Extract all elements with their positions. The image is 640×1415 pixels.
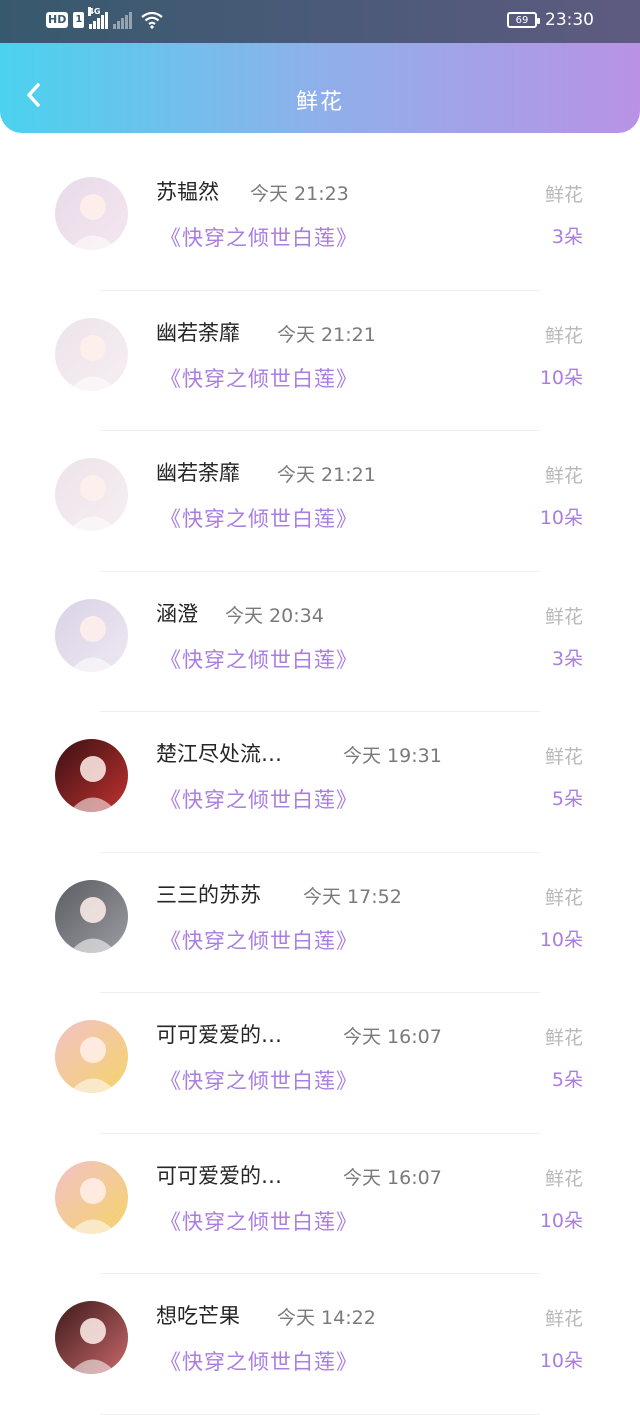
avatar-image xyxy=(55,1301,128,1374)
avatar[interactable] xyxy=(55,879,128,953)
sender-name: 想吃芒果 xyxy=(156,1304,240,1328)
gift-type-label: 鲜花 xyxy=(544,1027,583,1049)
avatar[interactable] xyxy=(55,317,128,391)
list-item[interactable]: 涵澄 今天 20:34 《快穿之倾世白莲》 鲜花 3朵 xyxy=(0,572,640,712)
send-time: 今天 21:21 xyxy=(277,323,376,346)
book-title-link[interactable]: 《快穿之倾世白莲》 xyxy=(160,644,358,674)
list-item[interactable]: 想吃芒果 今天 14:22 《快穿之倾世白莲》 鲜花 10朵 xyxy=(0,1274,640,1415)
gift-type-label: 鲜花 xyxy=(544,746,583,768)
sender-name: 可可爱爱的… xyxy=(156,1023,282,1047)
gift-type-label: 鲜花 xyxy=(544,886,583,909)
gift-type-label: 鲜花 xyxy=(544,324,583,347)
status-bar: HD 1 4G 69 23:30 xyxy=(0,0,640,43)
wifi-icon xyxy=(141,11,163,29)
book-title-link[interactable]: 《快穿之倾世白莲》 xyxy=(160,222,358,252)
avatar[interactable] xyxy=(55,1301,128,1374)
send-time: 今天 21:23 xyxy=(250,183,349,205)
list-item[interactable]: 可可爱爱的… 今天 16:07 《快穿之倾世白莲》 鲜花 10朵 xyxy=(0,1134,640,1274)
gift-type-label: 鲜花 xyxy=(544,184,583,206)
book-title-link[interactable]: 《快穿之倾世白莲》 xyxy=(160,1206,358,1236)
list-item[interactable]: 楚江尽处流… 今天 19:31 《快穿之倾世白莲》 鲜花 5朵 xyxy=(0,712,640,853)
sender-name: 苏韫然 xyxy=(156,180,219,204)
gift-count: 10朵 xyxy=(539,1350,583,1372)
send-time: 今天 19:31 xyxy=(343,745,442,767)
book-title-link[interactable]: 《快穿之倾世白莲》 xyxy=(160,503,358,533)
avatar[interactable] xyxy=(55,598,128,672)
divider xyxy=(100,1413,540,1415)
avatar[interactable] xyxy=(55,739,128,812)
avatar-image xyxy=(55,177,128,250)
status-left: HD 1 4G xyxy=(46,7,163,29)
sender-name: 楚江尽处流… xyxy=(156,742,282,766)
avatar[interactable] xyxy=(55,1020,128,1093)
hd-badge: HD xyxy=(46,12,69,28)
send-time: 今天 16:07 xyxy=(343,1166,442,1189)
gift-count: 10朵 xyxy=(539,366,583,389)
book-title-link[interactable]: 《快穿之倾世白莲》 xyxy=(160,1065,358,1095)
avatar-image xyxy=(55,598,128,672)
send-time: 今天 20:34 xyxy=(225,604,324,627)
avatar-image xyxy=(55,1160,128,1234)
gift-list: 苏韫然 今天 21:23 《快穿之倾世白莲》 鲜花 3朵 幽若荼靡 今天 21:21 《快穿之… xyxy=(0,150,640,1415)
gift-count: 10朵 xyxy=(539,507,583,529)
avatar-image xyxy=(55,879,128,953)
sender-name: 三三的苏苏 xyxy=(156,882,261,907)
gift-count: 10朵 xyxy=(539,928,583,951)
sender-name: 涵澄 xyxy=(156,601,198,626)
gift-type-label: 鲜花 xyxy=(544,1167,583,1190)
gift-count: 5朵 xyxy=(551,1069,583,1091)
signal-icon: 4G xyxy=(88,7,109,29)
page-title: 鲜花 xyxy=(295,90,344,115)
battery-level: 69 xyxy=(515,14,529,26)
avatar[interactable] xyxy=(55,177,128,250)
avatar-image xyxy=(55,458,128,531)
sender-name: 可可爱爱的… xyxy=(156,1163,282,1188)
gift-count: 5朵 xyxy=(551,788,583,810)
send-time: 今天 21:21 xyxy=(277,464,376,486)
avatar-image xyxy=(55,317,128,391)
gift-count: 10朵 xyxy=(539,1209,583,1232)
list-item[interactable]: 三三的苏苏 今天 17:52 《快穿之倾世白莲》 鲜花 10朵 xyxy=(0,853,640,993)
signal-secondary-icon xyxy=(113,11,133,29)
send-time: 今天 17:52 xyxy=(303,885,402,908)
list-item[interactable]: 幽若荼靡 今天 21:21 《快穿之倾世白莲》 鲜花 10朵 xyxy=(0,431,640,572)
gift-count: 3朵 xyxy=(551,226,583,248)
sim-badge: 1 xyxy=(73,12,85,28)
gift-count: 3朵 xyxy=(551,647,583,670)
book-title-link[interactable]: 《快穿之倾世白莲》 xyxy=(160,925,358,955)
sender-name: 幽若荼靡 xyxy=(156,320,240,345)
gift-type-label: 鲜花 xyxy=(544,605,583,628)
status-clock: 23:30 xyxy=(545,10,594,30)
avatar-image xyxy=(55,1020,128,1093)
header-bar: HD 1 4G 69 23:30 鲜花 xyxy=(0,0,640,133)
book-title-link[interactable]: 《快穿之倾世白莲》 xyxy=(160,784,358,814)
list-item[interactable]: 苏韫然 今天 21:23 《快穿之倾世白莲》 鲜花 3朵 xyxy=(0,150,640,291)
gift-type-label: 鲜花 xyxy=(544,1308,583,1330)
avatar[interactable] xyxy=(55,1160,128,1234)
battery-icon: 69 xyxy=(507,12,540,28)
avatar-image xyxy=(55,739,128,812)
sender-name: 幽若荼靡 xyxy=(156,461,240,485)
book-title-link[interactable]: 《快穿之倾世白莲》 xyxy=(160,1346,358,1376)
list-item[interactable]: 幽若荼靡 今天 21:21 《快穿之倾世白莲》 鲜花 10朵 xyxy=(0,291,640,431)
status-right: 69 23:30 xyxy=(507,10,594,30)
avatar[interactable] xyxy=(55,458,128,531)
list-item[interactable]: 可可爱爱的… 今天 16:07 《快穿之倾世白莲》 鲜花 5朵 xyxy=(0,993,640,1134)
send-time: 今天 16:07 xyxy=(343,1026,442,1048)
send-time: 今天 14:22 xyxy=(277,1307,376,1329)
gift-type-label: 鲜花 xyxy=(544,465,583,487)
network-type-label: 4G xyxy=(88,7,101,16)
book-title-link[interactable]: 《快穿之倾世白莲》 xyxy=(160,363,358,393)
